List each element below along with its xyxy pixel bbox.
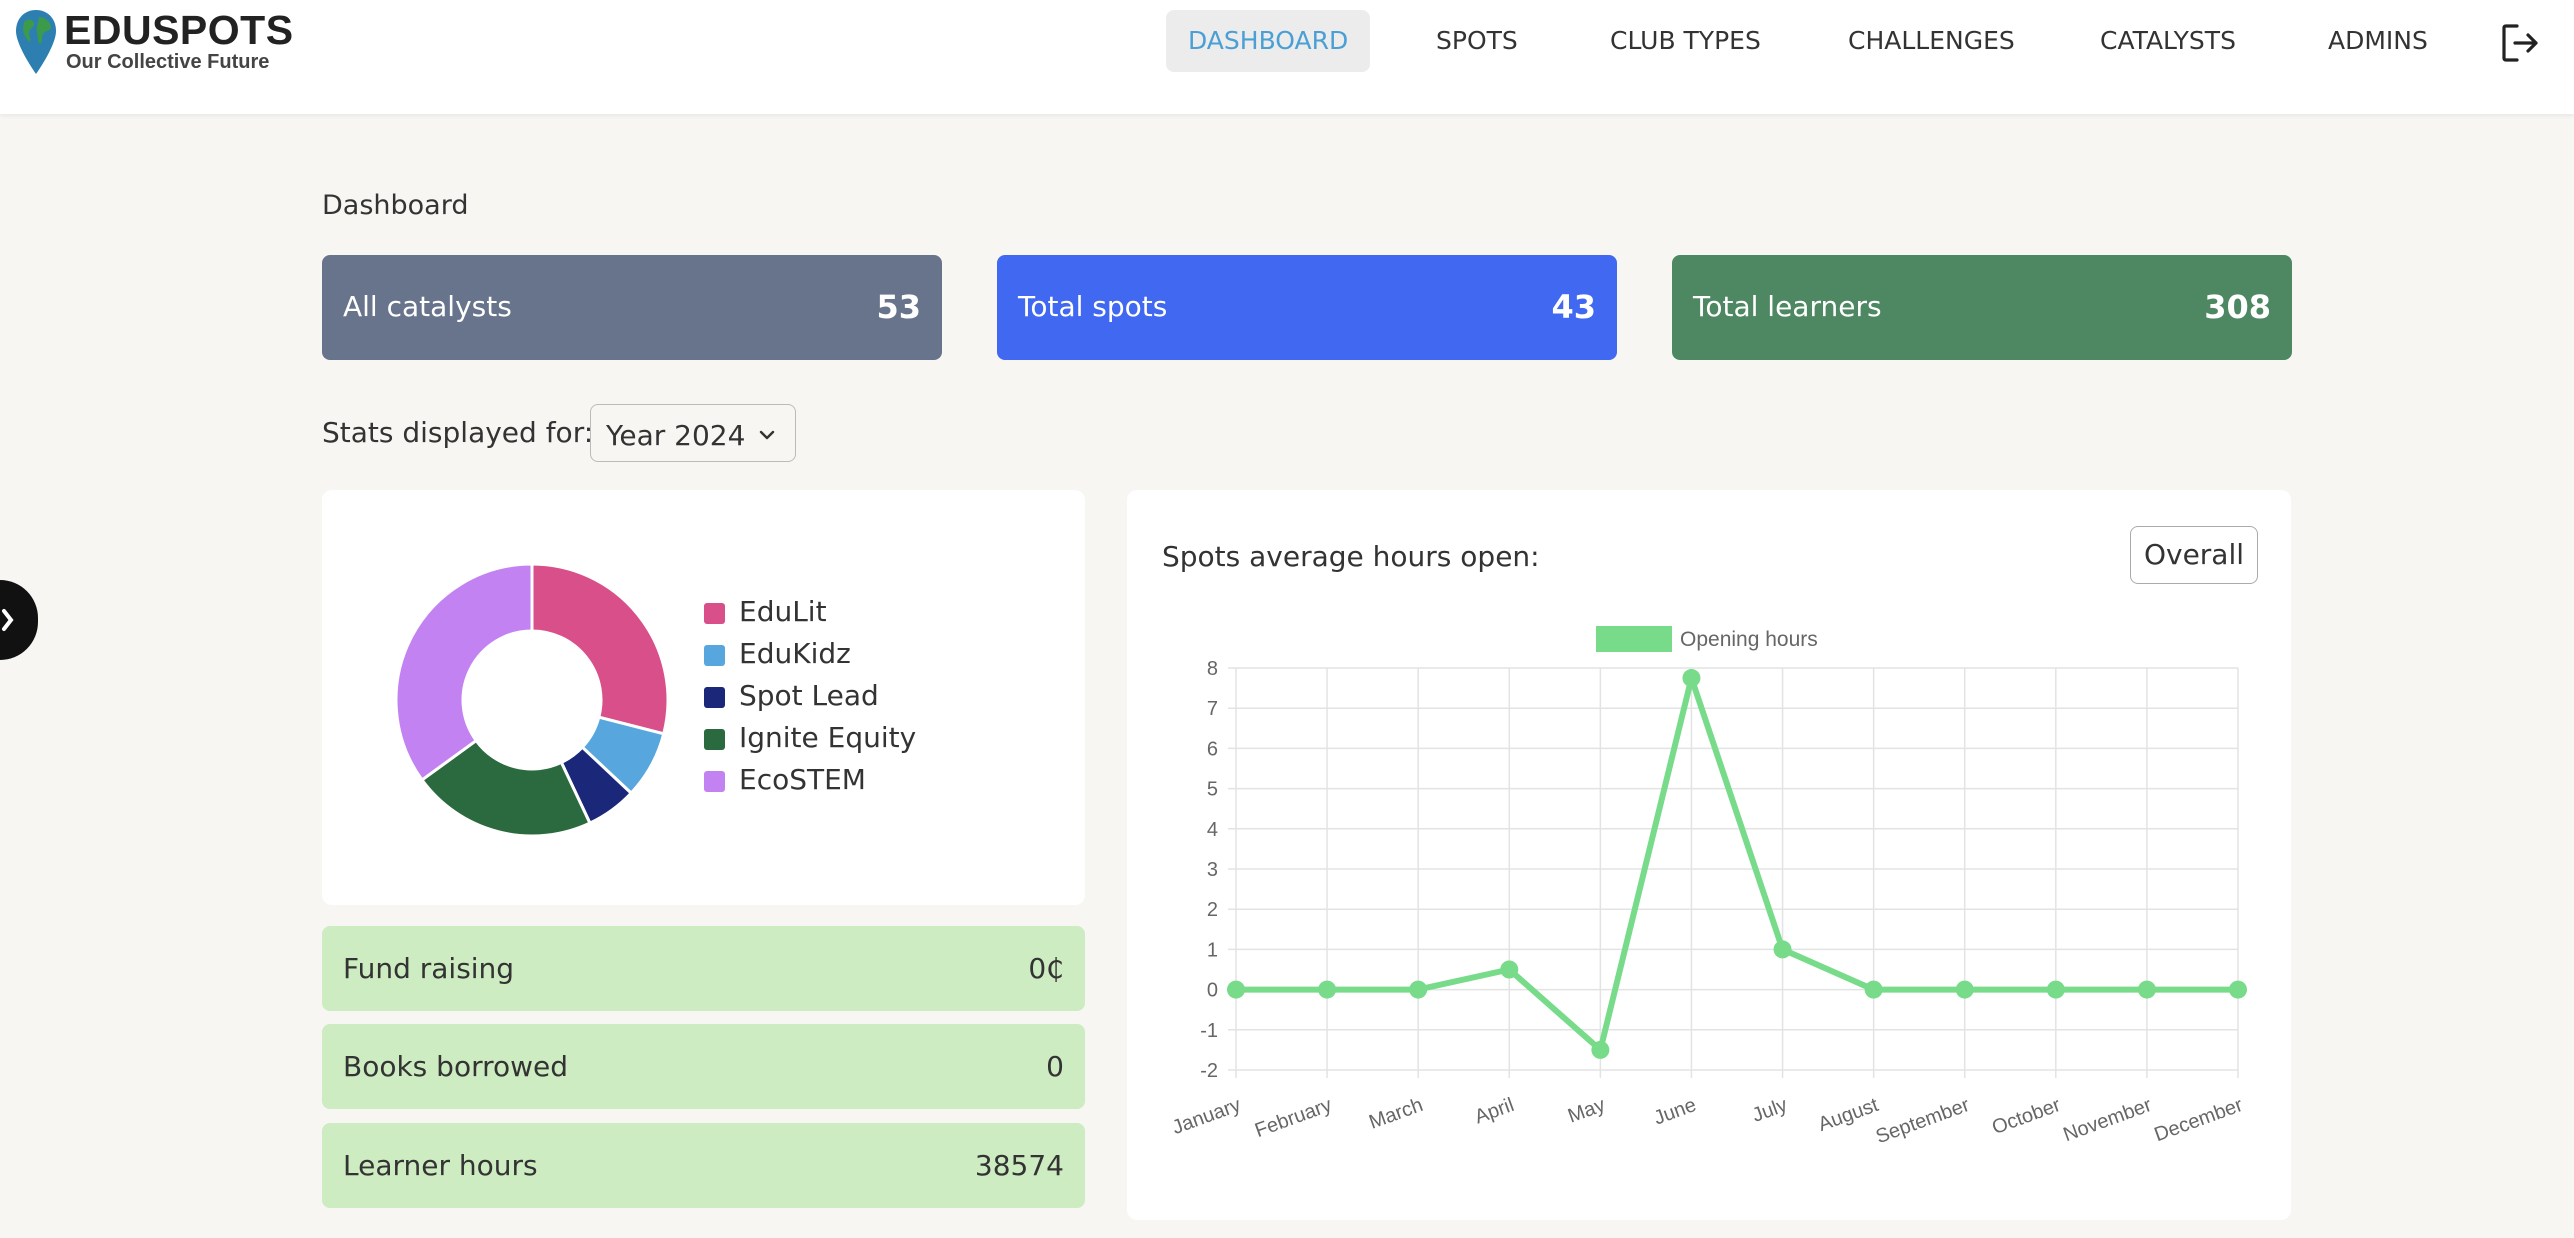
x-tick-label: March (1366, 1094, 1426, 1134)
data-point-april[interactable] (1500, 960, 1519, 979)
sidebar-toggle-button[interactable] (0, 580, 38, 660)
fund-raising-metric: Fund raising 0₵ (322, 926, 1085, 1011)
page-title: Dashboard (322, 190, 469, 221)
learner-hours-metric: Learner hours 38574 (322, 1123, 1085, 1208)
x-tick-label: October (1989, 1094, 2064, 1139)
nav-dashboard[interactable]: DASHBOARD (1166, 10, 1371, 72)
y-tick-label: 5 (1207, 779, 1218, 801)
x-tick-label: September (1873, 1094, 1973, 1148)
x-tick-label: August (1815, 1094, 1881, 1136)
y-tick-label: 2 (1207, 899, 1218, 921)
total-spots-card[interactable]: Total spots 43 (997, 255, 1617, 360)
x-tick-label: February (1252, 1094, 1335, 1142)
stat-value: 43 (1551, 288, 1596, 326)
legend-label: EcoSTEM (739, 763, 866, 796)
legend-swatch (704, 729, 725, 750)
data-point-december[interactable] (2229, 980, 2247, 999)
metric-value: 38574 (974, 1149, 1064, 1182)
legend-swatch (704, 645, 725, 666)
overall-button[interactable]: Overall (2130, 526, 2258, 584)
donut-slice-ecostem[interactable] (394, 562, 534, 783)
total-learners-card[interactable]: Total learners 308 (1672, 255, 2292, 360)
nav-catalysts[interactable]: CATALYSTS (2078, 10, 2258, 72)
main-nav: DASHBOARD SPOTS CLUB TYPES CHALLENGES CA… (0, 10, 2574, 72)
legend-swatch (704, 687, 725, 708)
data-point-march[interactable] (1409, 980, 1428, 999)
data-point-january[interactable] (1227, 980, 1245, 999)
y-tick-label: 0 (1207, 980, 1218, 1002)
chevron-down-icon (759, 430, 775, 440)
all-catalysts-card[interactable]: All catalysts 53 (322, 255, 942, 360)
data-point-june[interactable] (1682, 669, 1701, 688)
x-tick-label: July (1749, 1094, 1790, 1127)
data-point-november[interactable] (2137, 980, 2156, 999)
metric-value: 0 (1046, 1050, 1064, 1083)
club-types-donut-chart (394, 562, 670, 838)
x-tick-label: May (1565, 1094, 1608, 1128)
legend-label: EduKidz (739, 637, 851, 670)
stats-filter-label: Stats displayed for: (322, 416, 594, 449)
nav-spots[interactable]: SPOTS (1414, 10, 1540, 72)
nav-club-types[interactable]: CLUB TYPES (1588, 10, 1783, 72)
metric-label: Books borrowed (343, 1050, 569, 1083)
metric-value: 0₵ (1028, 952, 1064, 985)
y-tick-label: 3 (1207, 859, 1218, 881)
legend-swatch (704, 771, 725, 792)
legend-label: EduLit (739, 595, 827, 628)
y-tick-label: 4 (1207, 819, 1218, 841)
data-point-october[interactable] (2046, 980, 2065, 999)
chart-legend[interactable]: Opening hours (1596, 626, 1818, 652)
stat-label: Total spots (1018, 290, 1168, 323)
close-icon (2, 609, 14, 631)
stat-value: 308 (2204, 288, 2271, 326)
x-tick-label: April (1472, 1094, 1517, 1128)
data-point-february[interactable] (1318, 980, 1337, 999)
y-tick-label: 7 (1207, 698, 1218, 720)
data-point-august[interactable] (1864, 980, 1883, 999)
books-borrowed-metric: Books borrowed 0 (322, 1024, 1085, 1109)
stat-label: Total learners (1693, 290, 1882, 323)
metric-label: Learner hours (343, 1149, 538, 1182)
legend-label: Spot Lead (739, 679, 879, 712)
donut-slice-edulit[interactable] (530, 562, 670, 736)
year-select[interactable]: Year 2024 (590, 404, 796, 462)
y-tick-label: 1 (1207, 939, 1218, 961)
metric-label: Fund raising (343, 952, 515, 985)
legend-label: Ignite Equity (739, 721, 917, 754)
stat-label: All catalysts (343, 290, 512, 323)
chart-grid (1228, 667, 2239, 1078)
stat-value: 53 (876, 288, 921, 326)
x-tick-label: December (2151, 1094, 2246, 1146)
legend-swatch (704, 603, 725, 624)
y-tick-label: -2 (1200, 1060, 1218, 1082)
data-point-may[interactable] (1591, 1040, 1610, 1059)
data-point-july[interactable] (1773, 940, 1792, 959)
nav-admins[interactable]: ADMINS (2306, 10, 2450, 72)
chart-title: Spots average hours open: (1162, 540, 1540, 573)
year-select-value: Year 2024 (606, 419, 746, 452)
series-line-opening-hours (1236, 675, 2238, 1053)
legend-swatch (1596, 626, 1672, 652)
y-tick-label: -1 (1200, 1020, 1218, 1042)
hours-open-line-chart: -2 -1 0 1 2 3 4 5 6 7 8 January February March April Ma… (1169, 626, 2247, 1148)
top-navbar: EDUSPOTS Our Collective Future DASHBOARD… (0, 0, 2574, 114)
x-tick-label: November (2060, 1094, 2155, 1146)
y-tick-label: 6 (1207, 738, 1218, 760)
x-tick-label: June (1651, 1094, 1699, 1130)
nav-challenges[interactable]: CHALLENGES (1826, 10, 2037, 72)
data-point-september[interactable] (1955, 980, 1974, 999)
legend-label: Opening hours (1680, 628, 1818, 651)
logout-icon[interactable] (2500, 22, 2542, 64)
x-tick-label: January (1169, 1094, 1243, 1139)
y-tick-label: 8 (1207, 658, 1218, 680)
